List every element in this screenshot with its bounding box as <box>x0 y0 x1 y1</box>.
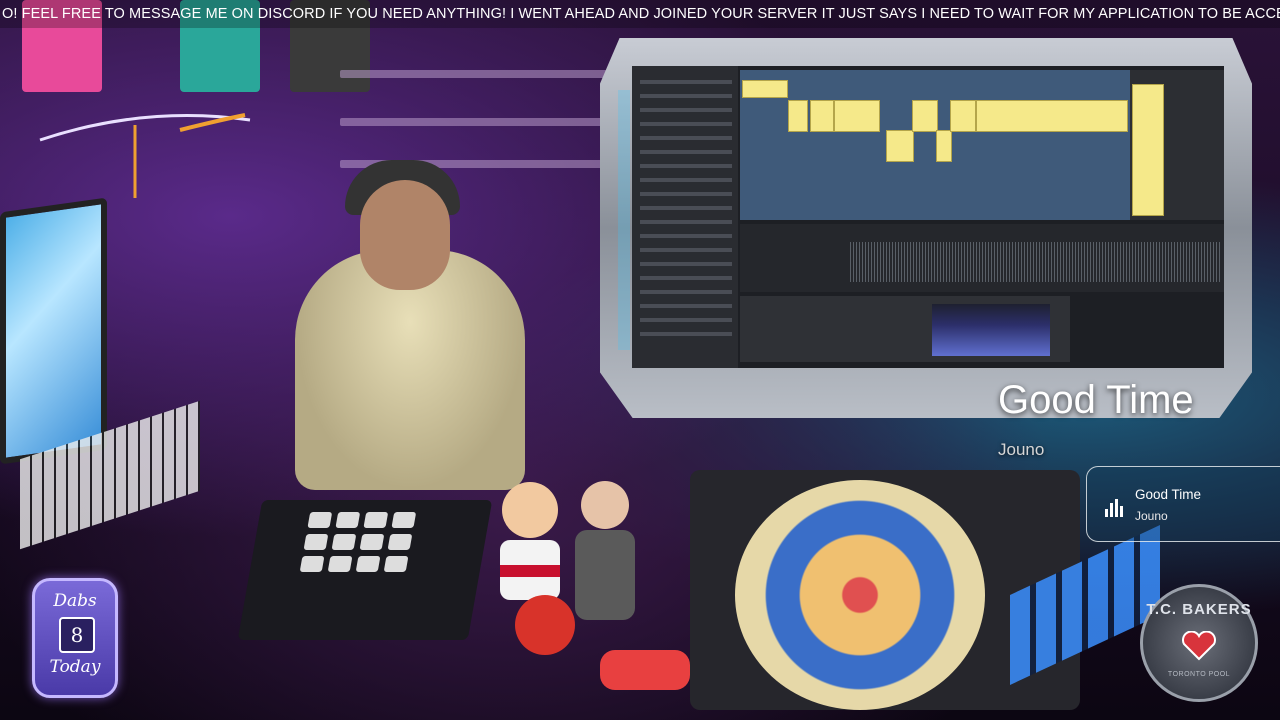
chat-ticker: O! FEEL FREE TO MESSAGE ME ON DISCORD IF… <box>0 0 1280 28</box>
vu-meter-decoration <box>39 113 251 198</box>
daw-eq-display <box>932 304 1050 356</box>
side-monitor <box>0 197 107 465</box>
dabs-counter-badge: Dabs 8 Today <box>32 578 118 698</box>
mascot-stickers <box>500 481 690 690</box>
ticker-text: O! FEEL FREE TO MESSAGE ME ON DISCORD IF… <box>2 6 1280 22</box>
heart-icon <box>1182 631 1216 661</box>
shelf <box>340 118 610 126</box>
logo-text: T.C. BAKERS <box>1146 601 1252 618</box>
widget-track-title: Good Time <box>1135 487 1202 502</box>
widget-track-artist: Jouno <box>1135 509 1168 523</box>
bakers-logo: T.C. BAKERS TORONTO POOL <box>1140 584 1258 702</box>
daw-browser-panel <box>632 66 738 368</box>
daw-mixer <box>1130 70 1224 220</box>
now-playing-artist: Jouno <box>998 440 1045 459</box>
daw-screen <box>632 66 1224 368</box>
now-playing-title: Good Time <box>998 378 1194 422</box>
monitor-glow <box>618 90 630 350</box>
dabs-today-label: Today <box>49 657 101 677</box>
shelf <box>340 70 610 78</box>
dabs-label: Dabs <box>53 591 97 611</box>
turntable-platter <box>735 480 985 710</box>
streamer-head <box>360 180 450 290</box>
daw-clip-detail <box>740 224 1224 292</box>
now-playing-widget: Good Time Jouno <box>1086 466 1280 542</box>
equalizer-bars-icon <box>1105 497 1129 517</box>
daw-arrangement-view <box>740 70 1130 220</box>
logo-subtext: TORONTO POOL <box>1167 671 1231 678</box>
drum-pad-controller <box>237 500 493 640</box>
dabs-count: 8 <box>59 617 95 653</box>
